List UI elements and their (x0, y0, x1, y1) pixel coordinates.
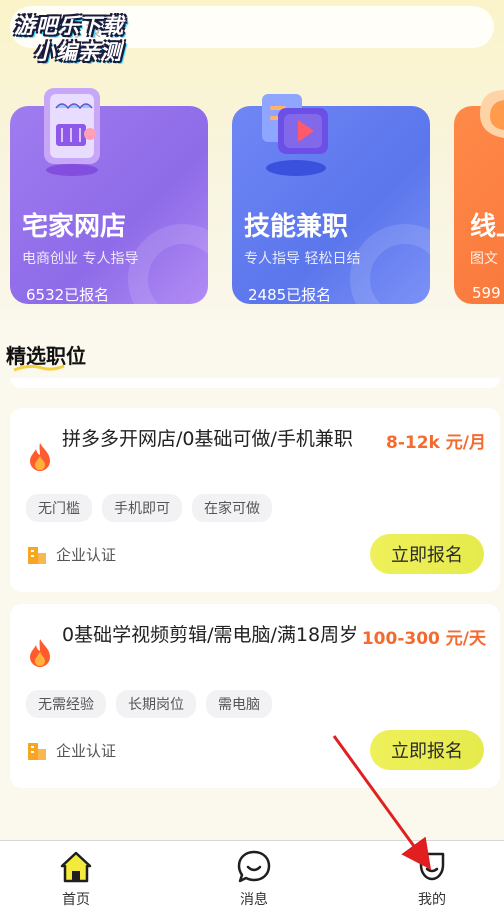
category-title: 宅家网店 (22, 212, 127, 242)
tab-label: 首页 (62, 892, 90, 908)
building-icon (28, 742, 46, 760)
video-player-icon (262, 94, 328, 176)
category-title: 线上 (470, 212, 504, 242)
job-tag: 需电脑 (206, 690, 272, 718)
category-carousel: 宅家网店 电商创业 专人指导 6532已报名 技能兼职 专人指导 轻松日结 24… (0, 84, 504, 306)
category-subtitle: 图文 (470, 251, 498, 267)
apply-now-button[interactable]: 立即报名 (370, 534, 484, 574)
hot-flame-icon (30, 639, 50, 667)
verify-label: 企业认证 (56, 742, 117, 760)
chat-icon (237, 850, 271, 883)
category-signup-count: 2485已报名 (248, 286, 332, 304)
gift-icon (480, 90, 504, 138)
tab-home[interactable]: 首页 (26, 841, 126, 913)
tab-profile[interactable]: 我的 (382, 841, 482, 913)
watermark-logo: 游吧乐下载 小编亲测 (14, 10, 154, 66)
job-tags: 无门槛 手机即可 在家可做 (26, 494, 272, 522)
section-underline-decoration (13, 364, 65, 372)
job-card[interactable]: 拼多多开网店/0基础可做/手机兼职 8-12k 元/月 无门槛 手机即可 在家可… (10, 408, 500, 592)
job-salary: 100-300 元/天 (361, 629, 486, 649)
job-tag: 无门槛 (26, 494, 92, 522)
bottom-tab-bar: 首页 消息 我的 (0, 840, 504, 913)
home-icon (60, 851, 92, 883)
building-icon (28, 546, 46, 564)
apply-now-button[interactable]: 立即报名 (370, 730, 484, 770)
list-top-edge (10, 378, 500, 388)
card-decoration (128, 224, 208, 304)
job-tags: 无需经验 长期岗位 需电脑 (26, 690, 272, 718)
top-bar: 网 兼 游吧乐下载 小编亲测 (0, 0, 504, 70)
verify-label: 企业认证 (56, 546, 117, 564)
job-title[interactable]: 0基础学视频剪辑/需电脑/满18周岁 (62, 620, 362, 650)
job-tag: 无需经验 (26, 690, 106, 718)
watermark-line2: 小编亲测 (34, 40, 122, 64)
profile-icon (419, 852, 445, 881)
category-subtitle: 专人指导 轻松日结 (244, 251, 361, 267)
job-tag: 长期岗位 (116, 690, 196, 718)
category-signup-count: 6532已报名 (26, 286, 110, 304)
job-tag: 手机即可 (102, 494, 182, 522)
category-subtitle: 电商创业 专人指导 (22, 251, 139, 267)
job-title[interactable]: 拼多多开网店/0基础可做/手机兼职 (62, 424, 362, 454)
job-salary: 8-12k 元/月 (386, 433, 486, 453)
job-tag: 在家可做 (192, 494, 272, 522)
category-title: 技能兼职 (244, 212, 349, 242)
tab-label: 我的 (418, 892, 446, 908)
hot-flame-icon (30, 443, 50, 471)
card-decoration (350, 224, 430, 304)
category-signup-count: 599 (472, 284, 501, 302)
enterprise-verified: 企业认证 (26, 544, 116, 565)
enterprise-verified: 企业认证 (26, 740, 116, 761)
tab-label: 消息 (240, 892, 268, 908)
job-card[interactable]: 0基础学视频剪辑/需电脑/满18周岁 100-300 元/天 无需经验 长期岗位… (10, 604, 500, 788)
shopping-basket-icon (44, 88, 100, 176)
tab-messages[interactable]: 消息 (204, 841, 304, 913)
